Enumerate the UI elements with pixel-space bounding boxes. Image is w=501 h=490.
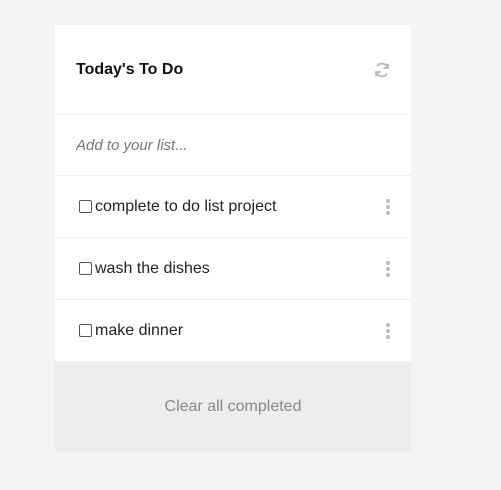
page-title: Today's To Do (76, 60, 184, 78)
item-checkbox[interactable] (79, 200, 92, 213)
list-item: make dinner (55, 300, 411, 362)
more-options-icon[interactable] (383, 322, 393, 339)
clear-completed-button[interactable]: Clear all completed (55, 362, 411, 451)
add-item-row (55, 115, 411, 176)
item-checkbox[interactable] (79, 262, 92, 275)
item-label: wash the dishes (95, 259, 210, 277)
item-label: make dinner (95, 321, 184, 339)
item-label: complete to do list project (95, 197, 277, 215)
more-options-icon[interactable] (383, 198, 393, 215)
more-options-icon[interactable] (383, 260, 393, 277)
card-header: Today's To Do (55, 25, 411, 115)
list-item: complete to do list project (55, 176, 411, 238)
clear-completed-label: Clear all completed (164, 397, 302, 415)
refresh-icon[interactable] (373, 61, 391, 79)
todo-card: Today's To Do complete to do list projec… (55, 25, 411, 451)
add-item-input[interactable] (76, 136, 390, 154)
item-checkbox[interactable] (79, 324, 92, 337)
list-item: wash the dishes (55, 238, 411, 300)
